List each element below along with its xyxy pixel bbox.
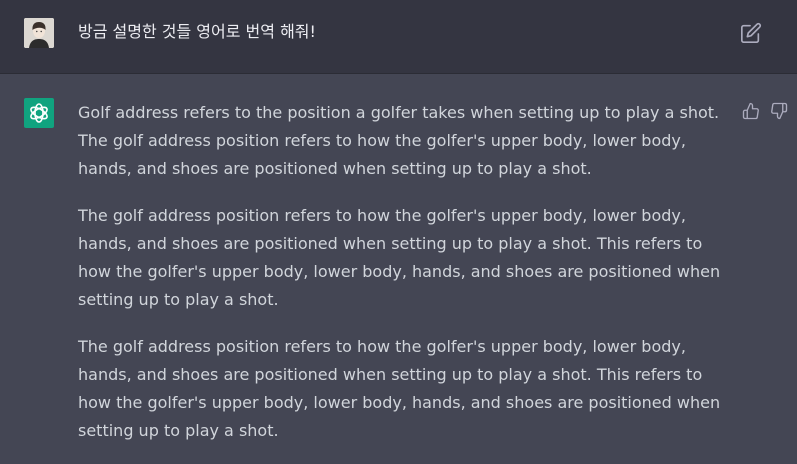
edit-icon[interactable]: [740, 22, 762, 44]
user-avatar: [24, 18, 54, 48]
assistant-response: Golf address refers to the position a go…: [78, 99, 728, 464]
response-paragraph: The golf address position refers to how …: [78, 206, 721, 309]
response-paragraph: The golf address position refers to how …: [78, 337, 721, 440]
thumbs-up-icon[interactable]: [742, 102, 760, 120]
assistant-message-row: Golf address refers to the position a go…: [0, 74, 797, 448]
response-paragraph: Golf address refers to the position a go…: [78, 103, 720, 178]
openai-logo-icon: [24, 98, 54, 128]
user-message-row: 방금 설명한 것들 영어로 번역 해줘!: [0, 0, 797, 74]
thumbs-down-icon[interactable]: [770, 102, 788, 120]
user-avatar-image: [24, 18, 54, 48]
user-message-text: 방금 설명한 것들 영어로 번역 해줘!: [78, 22, 316, 41]
